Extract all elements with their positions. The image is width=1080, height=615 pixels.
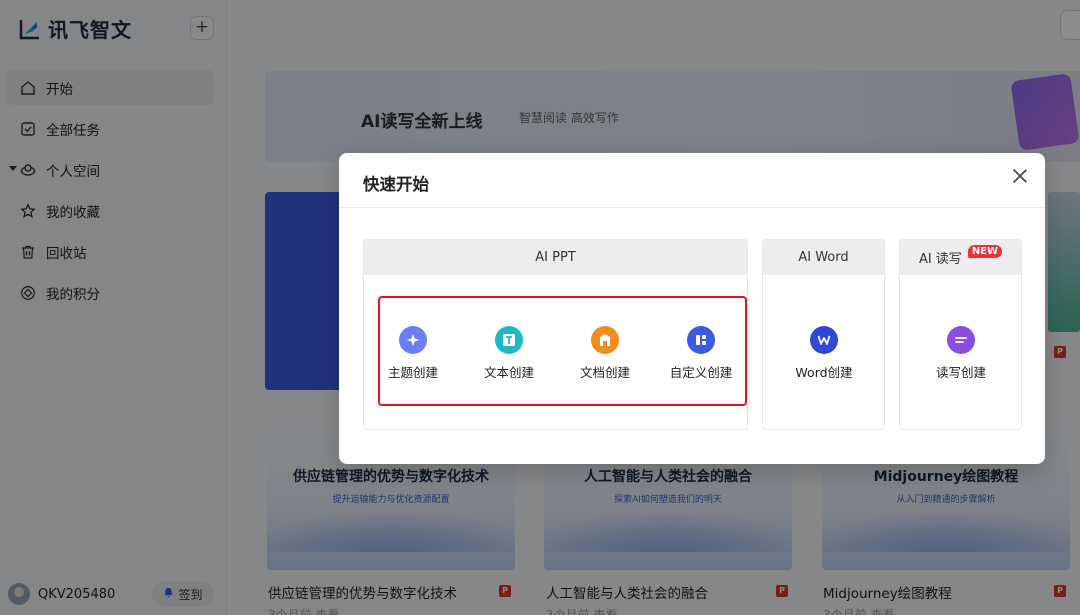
panel-header: AI Word	[763, 240, 884, 275]
panel-header-label: AI 读写	[918, 252, 962, 267]
option-read-write-create[interactable]: 读写创建	[921, 326, 1001, 381]
panel-header: AI 读写 NEW	[900, 240, 1021, 275]
quick-start-modal: 快速开始 AI PPT 主题创建 文本创建 文档创建 自定义创建 AI Word…	[339, 153, 1045, 464]
option-label: 读写创建	[935, 365, 986, 380]
word-w-icon	[810, 326, 838, 354]
highlight-box	[378, 296, 747, 406]
panel-header: AI PPT	[364, 240, 747, 275]
read-write-icon	[947, 326, 975, 354]
option-word-create[interactable]: Word创建	[784, 326, 864, 381]
new-badge: NEW	[967, 245, 1003, 258]
close-icon[interactable]	[1011, 167, 1029, 185]
modal-title: 快速开始	[363, 175, 429, 194]
panel-ai-word: AI Word Word创建	[762, 239, 885, 430]
modal-divider	[339, 207, 1045, 208]
panel-ai-read-write: AI 读写 NEW 读写创建	[899, 239, 1022, 430]
option-label: Word创建	[795, 365, 853, 380]
panel-header-label: AI Word	[798, 250, 849, 265]
panel-header-label: AI PPT	[535, 250, 576, 265]
